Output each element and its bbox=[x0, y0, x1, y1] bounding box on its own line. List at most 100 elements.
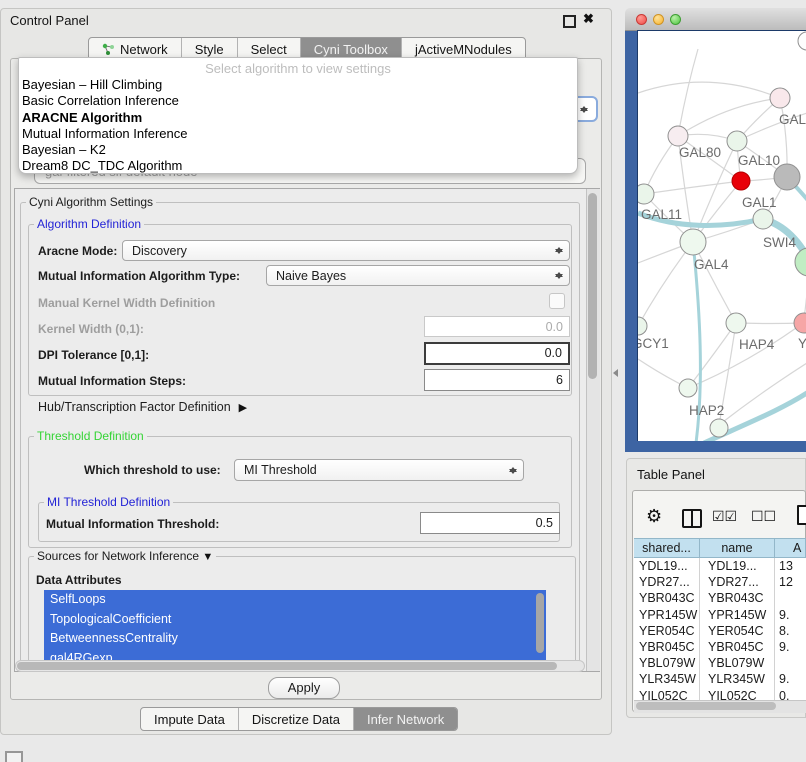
table-cell[interactable]: YDR27... bbox=[700, 574, 775, 590]
table-cell[interactable]: YPR145W bbox=[700, 607, 775, 623]
network-node[interactable] bbox=[668, 126, 688, 146]
network-edge[interactable] bbox=[678, 49, 698, 136]
mi-steps-field[interactable]: 6 bbox=[424, 369, 570, 391]
close-traffic-light-icon[interactable] bbox=[636, 14, 647, 25]
network-node[interactable] bbox=[798, 32, 806, 50]
hub-definition-section[interactable]: Hub/Transcription Factor Definition ▶ bbox=[38, 400, 247, 414]
kernel-width-field[interactable]: 0.0 bbox=[424, 316, 570, 337]
attributes-list-scrollbar-thumb[interactable] bbox=[536, 593, 544, 653]
collapsed-arrow-icon[interactable]: ▶ bbox=[239, 401, 247, 414]
split-columns-icon[interactable] bbox=[682, 509, 702, 528]
network-canvas[interactable]: GALGAL80GAL10GAL1GAL11SWI4GAL4GCY1HAP4YH… bbox=[637, 30, 806, 441]
table-cell[interactable]: YBL079W bbox=[700, 655, 775, 671]
network-node[interactable] bbox=[732, 172, 750, 190]
select-all-checkboxes-icon[interactable]: ☑☑ bbox=[712, 508, 737, 525]
table-cell[interactable]: YBR043C bbox=[700, 590, 775, 606]
apply-button[interactable]: Apply bbox=[268, 677, 340, 699]
table-cell[interactable]: YBR043C bbox=[634, 590, 700, 606]
column-header-name[interactable]: name bbox=[700, 538, 775, 558]
network-graph[interactable]: GALGAL80GAL10GAL1GAL11SWI4GAL4GCY1HAP4YH… bbox=[638, 31, 806, 441]
which-threshold-combo[interactable]: MI Threshold bbox=[234, 459, 524, 481]
float-window-icon[interactable] bbox=[563, 15, 576, 28]
algorithm-option[interactable]: Bayesian – Hill Climbing bbox=[19, 77, 577, 93]
table-row[interactable]: YDL19...YDL19...13 bbox=[634, 558, 806, 574]
table-cell[interactable]: YBL079W bbox=[634, 655, 700, 671]
tab-impute-data[interactable]: Impute Data bbox=[141, 708, 239, 730]
table-row[interactable]: YPR145WYPR145W9. bbox=[634, 607, 806, 623]
table-cell[interactable]: YBR045C bbox=[700, 639, 775, 655]
table-cell[interactable]: YER054C bbox=[700, 623, 775, 639]
settings-scrollbar-thumb[interactable] bbox=[588, 193, 597, 379]
network-node[interactable] bbox=[753, 209, 773, 229]
table-cell[interactable] bbox=[775, 655, 806, 671]
table-cell[interactable]: YIL052C bbox=[700, 688, 775, 701]
table-row[interactable]: YER054CYER054C8. bbox=[634, 623, 806, 639]
network-node[interactable] bbox=[710, 419, 728, 437]
data-attribute-item[interactable]: TopologicalCoefficient bbox=[44, 610, 546, 630]
network-edge[interactable] bbox=[688, 323, 736, 388]
algorithm-option[interactable]: ARACNE Algorithm bbox=[19, 110, 577, 126]
table-cell[interactable]: YIL052C bbox=[634, 688, 700, 701]
gear-icon[interactable]: ⚙ bbox=[646, 506, 662, 526]
network-node[interactable] bbox=[795, 248, 806, 276]
algorithm-option[interactable]: Basic Correlation Inference bbox=[19, 93, 577, 109]
data-attribute-item[interactable]: BetweennessCentrality bbox=[44, 629, 546, 649]
table-row[interactable]: YBR045CYBR045C9. bbox=[634, 639, 806, 655]
mi-threshold-field[interactable]: 0.5 bbox=[420, 512, 560, 534]
table-cell[interactable]: YPR145W bbox=[634, 607, 700, 623]
table-row[interactable]: YIL052CYIL052C0. bbox=[634, 688, 806, 701]
network-node[interactable] bbox=[680, 229, 706, 255]
table-cell[interactable] bbox=[775, 590, 806, 606]
tab-infer-network[interactable]: Infer Network bbox=[354, 708, 457, 730]
table-cell[interactable]: YLR345W bbox=[700, 671, 775, 687]
network-node[interactable] bbox=[727, 131, 747, 151]
table-row[interactable]: YDR27...YDR27...12 bbox=[634, 574, 806, 590]
table-row[interactable]: YLR345WYLR345W9. bbox=[634, 671, 806, 687]
table-cell[interactable]: 9. bbox=[775, 671, 806, 687]
algorithm-option[interactable]: Dream8 DC_TDC Algorithm bbox=[19, 158, 577, 174]
table-cell[interactable]: 0. bbox=[775, 688, 806, 701]
table-cell[interactable]: YDL19... bbox=[700, 558, 775, 574]
split-divider-handle-icon[interactable] bbox=[609, 369, 618, 377]
zoom-traffic-light-icon[interactable] bbox=[670, 14, 681, 25]
table-cell[interactable]: YBR045C bbox=[634, 639, 700, 655]
column-header-shared[interactable]: shared... bbox=[634, 538, 700, 558]
deselect-all-checkboxes-icon[interactable]: ☐☐ bbox=[751, 508, 776, 525]
network-edge[interactable] bbox=[644, 181, 741, 194]
table-cell[interactable]: YDL19... bbox=[634, 558, 700, 574]
table-cell[interactable]: 13 bbox=[775, 558, 806, 574]
settings-hscrollbar-thumb[interactable] bbox=[17, 662, 557, 670]
tab-discretize-data[interactable]: Discretize Data bbox=[239, 708, 354, 730]
column-header-partial[interactable]: A bbox=[775, 538, 806, 558]
table-cell[interactable]: 9. bbox=[775, 639, 806, 655]
table-cell[interactable]: 9. bbox=[775, 607, 806, 623]
table-row[interactable]: YBR043CYBR043C bbox=[634, 590, 806, 606]
table-cell[interactable]: YER054C bbox=[634, 623, 700, 639]
document-icon[interactable] bbox=[797, 505, 806, 525]
expanded-arrow-icon[interactable]: ▼ bbox=[202, 551, 213, 563]
network-edge[interactable] bbox=[678, 98, 780, 136]
minimized-panel-icon[interactable] bbox=[5, 751, 23, 762]
aracne-mode-combo[interactable]: Discovery bbox=[122, 240, 570, 261]
dpi-tolerance-field[interactable]: 0.0 bbox=[424, 342, 570, 365]
close-icon[interactable]: ✖ bbox=[583, 11, 594, 27]
mi-algorithm-type-combo[interactable]: Naive Bayes bbox=[266, 265, 570, 286]
network-node[interactable] bbox=[638, 317, 647, 335]
network-edge[interactable] bbox=[688, 323, 803, 388]
network-edge[interactable] bbox=[638, 242, 693, 326]
network-node[interactable] bbox=[794, 313, 806, 333]
table-cell[interactable]: 8. bbox=[775, 623, 806, 639]
network-node[interactable] bbox=[726, 313, 746, 333]
network-edge[interactable] bbox=[638, 82, 780, 98]
table-cell[interactable]: YDR27... bbox=[634, 574, 700, 590]
table-cell[interactable]: 12 bbox=[775, 574, 806, 590]
network-node[interactable] bbox=[770, 88, 790, 108]
algorithm-option[interactable]: Bayesian – K2 bbox=[19, 142, 577, 158]
data-attribute-item[interactable]: SelfLoops bbox=[44, 590, 546, 610]
network-node[interactable] bbox=[638, 184, 654, 204]
algorithm-option[interactable]: Mutual Information Inference bbox=[19, 126, 577, 142]
network-node[interactable] bbox=[679, 379, 697, 397]
table-hscrollbar-thumb[interactable] bbox=[636, 702, 776, 710]
table-cell[interactable]: YLR345W bbox=[634, 671, 700, 687]
manual-kernel-width-checkbox[interactable] bbox=[549, 293, 565, 309]
